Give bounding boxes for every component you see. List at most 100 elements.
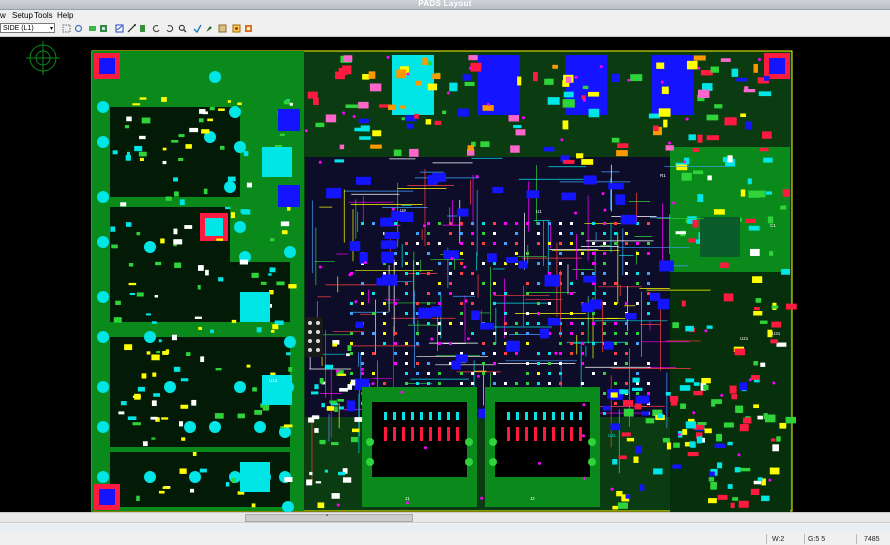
wizard-icon[interactable] [232, 24, 241, 33]
redo-icon[interactable] [165, 24, 174, 33]
highlight-icon[interactable] [205, 24, 214, 33]
smd-part [688, 238, 697, 243]
connector-pin [438, 427, 441, 441]
smd-part [740, 189, 746, 197]
smd-part [165, 196, 172, 201]
smd-part [151, 321, 157, 324]
component-body [615, 194, 626, 205]
smd-part [276, 281, 285, 286]
bga-ball [592, 242, 595, 245]
bga-ball [526, 362, 529, 365]
via [704, 329, 708, 333]
layer-select[interactable]: SIDE (L1) ▾ [0, 23, 55, 33]
board-icon[interactable] [99, 24, 108, 33]
smd-part [625, 494, 631, 499]
via-pad [97, 381, 109, 393]
via [737, 453, 741, 457]
connector-pin [534, 427, 537, 441]
menu-tools[interactable]: Tools [34, 10, 53, 21]
smd-part [513, 124, 522, 129]
smd-part [124, 125, 130, 129]
component-body [583, 175, 597, 185]
scrollbar-thumb[interactable]: ▪ [245, 513, 413, 522]
via [627, 78, 631, 82]
smd-part [354, 417, 363, 422]
bga-ball [460, 252, 463, 255]
via [422, 224, 426, 228]
component-icon[interactable] [138, 24, 147, 33]
bga-ball [416, 272, 419, 275]
smd-part [688, 134, 696, 141]
smd-part [151, 400, 157, 407]
bga-ball [636, 372, 639, 375]
smd-part [672, 464, 682, 469]
design-workspace[interactable]: U1 J1 J2 U21 U31 U11 C1 R1 U9 U12 [0, 37, 890, 512]
move-icon[interactable] [88, 24, 97, 33]
via [430, 337, 434, 341]
menu-setup[interactable]: Setup [12, 10, 33, 21]
tools-icon[interactable] [218, 24, 227, 33]
bga-ball [493, 292, 496, 295]
smd-part [425, 119, 432, 125]
zoom-icon[interactable] [178, 24, 187, 33]
bga-ball [647, 392, 650, 395]
route-icon[interactable] [127, 24, 136, 33]
bga-ball [636, 342, 639, 345]
drc-icon[interactable] [193, 24, 202, 33]
undo-icon[interactable] [152, 24, 161, 33]
menu-view[interactable]: w [0, 10, 6, 21]
via [748, 378, 752, 382]
horizontal-scrollbar[interactable]: ▪ [0, 512, 890, 522]
bga-ball [493, 282, 496, 285]
bga-ball [603, 372, 606, 375]
smd-part [125, 222, 132, 227]
bga-ball [482, 362, 485, 365]
bga-ball [416, 382, 419, 385]
bga-ball [581, 272, 584, 275]
via-pad [189, 471, 201, 483]
bga-ball [548, 382, 551, 385]
select-mode-icon[interactable] [62, 24, 71, 33]
redraw-icon[interactable] [74, 24, 83, 33]
bga-ball [350, 342, 353, 345]
bga-ball [372, 372, 375, 375]
smd-part [321, 403, 325, 408]
smd-part [632, 387, 643, 391]
smd-part [653, 125, 659, 132]
pin [308, 321, 312, 325]
bga-ball [383, 302, 386, 305]
component-body [384, 232, 400, 239]
smd-part [732, 497, 739, 501]
smd-part [421, 84, 427, 92]
smd-part [681, 172, 692, 181]
via [574, 75, 578, 79]
smd-part [723, 293, 734, 302]
cross-probe-icon[interactable] [115, 24, 124, 33]
ic-pad [262, 147, 292, 177]
bga-ball [394, 222, 397, 225]
settings-icon[interactable] [244, 24, 253, 33]
bga-ball [603, 272, 606, 275]
via-pad [184, 421, 196, 433]
smd-part [562, 120, 569, 130]
smd-part [409, 148, 419, 157]
bga-ball [361, 292, 364, 295]
smd-part [199, 109, 206, 114]
menu-help[interactable]: Help [57, 10, 73, 21]
status-separator [766, 534, 767, 544]
smd-part [214, 413, 224, 419]
smd-part [582, 85, 589, 90]
smd-part [648, 113, 660, 119]
smd-part [708, 477, 715, 482]
smd-part [612, 505, 619, 510]
connector-pin [543, 427, 546, 441]
bga-ball [482, 262, 485, 265]
bga-ball [636, 252, 639, 255]
pcb-canvas[interactable]: U1 J1 J2 U21 U31 U11 C1 R1 U9 U12 [0, 37, 890, 512]
smd-part [656, 62, 665, 69]
bga-ball [361, 282, 364, 285]
smd-part [315, 481, 322, 484]
via [463, 265, 467, 269]
via [450, 257, 454, 261]
smd-part [769, 467, 780, 475]
